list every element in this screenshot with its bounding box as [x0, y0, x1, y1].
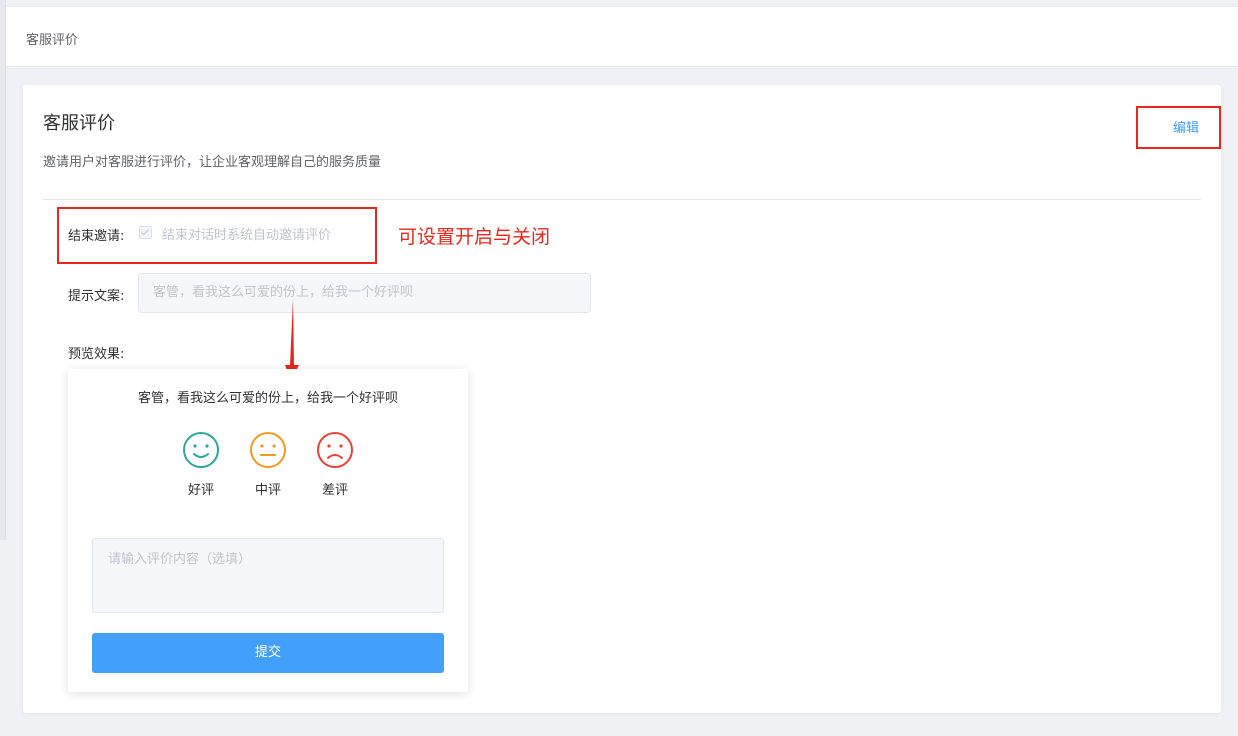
rating-label: 差评 [321, 483, 348, 498]
settings-card: 客服评价 邀请用户对客服进行评价，让企业客观理解自己的服务质量 编辑 结束邀请:… [23, 85, 1221, 713]
neutral-face-icon [250, 432, 286, 468]
card-description: 邀请用户对客服进行评价，让企业客观理解自己的服务质量 [43, 155, 382, 170]
preview-prompt: 客管，看我这么可爱的份上，给我一个好评呗 [137, 391, 398, 406]
rating-bad[interactable]: 差评 [311, 431, 359, 498]
card-title: 客服评价 [43, 113, 115, 134]
tip-label: 提示文案: [68, 289, 125, 304]
annotation-text: 可设置开启与关闭 [398, 226, 551, 248]
rating-good[interactable]: 好评 [177, 431, 225, 498]
invite-label: 结束邀请: [68, 229, 125, 244]
rating-label: 好评 [187, 483, 214, 498]
preview-panel: 客管，看我这么可爱的份上，给我一个好评呗 好评 中评 差评 请输入评价内容（选填… [68, 369, 468, 692]
breadcrumb: 客服评价 [26, 33, 79, 48]
top-header: 客服评价 [6, 6, 1238, 67]
smile-face-icon [183, 432, 219, 468]
left-edge [0, 0, 6, 540]
submit-button[interactable]: 提交 [92, 633, 444, 673]
divider [43, 199, 1201, 200]
sad-face-icon [317, 432, 353, 468]
edit-link[interactable]: 编辑 [1173, 117, 1199, 136]
rating-label: 中评 [254, 483, 281, 498]
rating-neutral[interactable]: 中评 [244, 431, 292, 498]
invite-checkbox-text: 结束对话时系统自动邀请评价 [162, 228, 332, 243]
tip-input[interactable]: 客管，看我这么可爱的份上，给我一个好评呗 [138, 273, 591, 313]
invite-checkbox[interactable] [139, 226, 152, 239]
preview-label: 预览效果: [68, 347, 125, 362]
check-icon [140, 226, 150, 236]
comment-textarea[interactable]: 请输入评价内容（选填） [92, 538, 444, 613]
